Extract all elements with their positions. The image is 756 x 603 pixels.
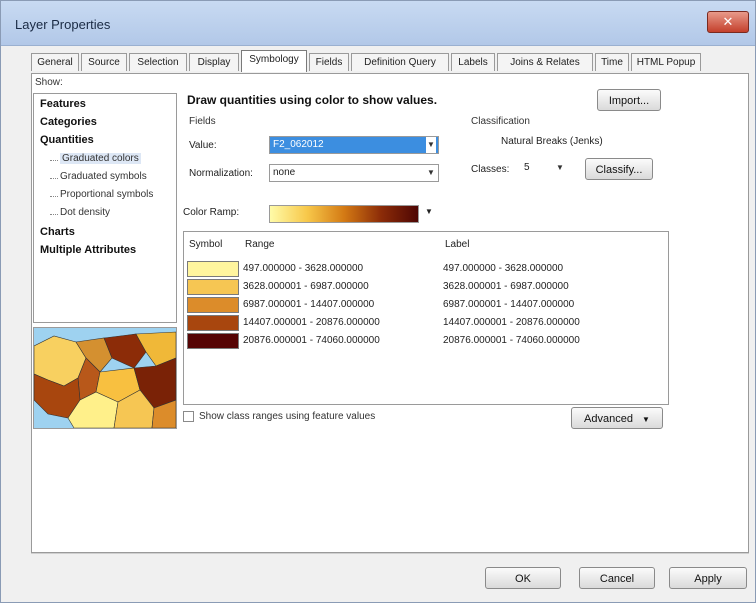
value-field-dropdown[interactable]: F2_062012 ▼ bbox=[269, 136, 439, 154]
chevron-down-icon: ▼ bbox=[556, 163, 564, 172]
class-range: 497.000000 - 3628.000000 bbox=[243, 263, 364, 274]
tree-connector bbox=[50, 160, 58, 162]
classes-label: Classes: bbox=[471, 164, 510, 175]
map-preview-image bbox=[34, 328, 176, 428]
advanced-button-label: Advanced bbox=[584, 413, 633, 425]
normalization-dropdown[interactable]: none ▼ bbox=[269, 164, 439, 182]
show-label: Show: bbox=[35, 77, 63, 88]
tree-item-graduated-colors[interactable]: Graduated colors bbox=[60, 153, 141, 164]
tab-strip: General Source Selection Display Symbolo… bbox=[31, 50, 749, 73]
show-class-ranges-checkbox[interactable] bbox=[183, 411, 194, 422]
tree-item-categories[interactable]: Categories bbox=[40, 116, 97, 128]
tab-html-popup[interactable]: HTML Popup bbox=[631, 53, 701, 71]
classes-value: 5 bbox=[524, 162, 530, 173]
classify-button[interactable]: Classify... bbox=[585, 158, 653, 180]
tree-item-charts[interactable]: Charts bbox=[40, 226, 75, 238]
tree-item-graduated-symbols[interactable]: Graduated symbols bbox=[60, 171, 147, 182]
tab-time[interactable]: Time bbox=[595, 53, 629, 71]
classification-method: Natural Breaks (Jenks) bbox=[501, 136, 603, 147]
symbol-column-header[interactable]: Symbol bbox=[189, 239, 222, 250]
value-label: Value: bbox=[189, 140, 217, 151]
class-range: 14407.000001 - 20876.000000 bbox=[243, 317, 380, 328]
classes-dropdown[interactable]: 5 ▼ bbox=[521, 160, 567, 178]
class-range: 6987.000001 - 14407.000000 bbox=[243, 299, 375, 310]
renderer-tree: Features Categories Quantities Graduated… bbox=[33, 93, 177, 323]
advanced-button[interactable]: Advanced ▼ bbox=[571, 407, 663, 429]
class-label: 3628.000001 - 6987.000000 bbox=[443, 281, 569, 292]
tab-definition-query[interactable]: Definition Query bbox=[351, 53, 449, 71]
tab-source[interactable]: Source bbox=[81, 53, 127, 71]
tab-selection[interactable]: Selection bbox=[129, 53, 187, 71]
tree-item-multiple-attributes[interactable]: Multiple Attributes bbox=[40, 244, 136, 256]
layer-properties-dialog: Layer Properties ✕ General Source Select… bbox=[0, 0, 756, 603]
chevron-down-icon: ▼ bbox=[642, 415, 650, 424]
tab-symbology[interactable]: Symbology bbox=[241, 50, 307, 72]
window-title: Layer Properties bbox=[15, 17, 111, 32]
tree-connector bbox=[50, 178, 58, 180]
class-range: 20876.000001 - 74060.000000 bbox=[243, 335, 380, 346]
tab-labels[interactable]: Labels bbox=[451, 53, 495, 71]
apply-button[interactable]: Apply bbox=[669, 567, 747, 589]
tree-item-quantities[interactable]: Quantities bbox=[40, 134, 94, 146]
class-symbol-swatch[interactable] bbox=[187, 261, 239, 277]
class-label: 6987.000001 - 14407.000000 bbox=[443, 299, 575, 310]
chevron-down-icon[interactable]: ▼ bbox=[425, 207, 433, 216]
class-symbol-swatch[interactable] bbox=[187, 279, 239, 295]
class-symbol-swatch[interactable] bbox=[187, 297, 239, 313]
cancel-button[interactable]: Cancel bbox=[579, 567, 655, 589]
value-field-text: F2_062012 bbox=[273, 139, 324, 150]
color-ramp-swatch[interactable] bbox=[269, 205, 419, 223]
symbology-heading: Draw quantities using color to show valu… bbox=[187, 93, 438, 107]
close-button[interactable]: ✕ bbox=[707, 11, 749, 33]
classification-group-label: Classification bbox=[471, 116, 530, 127]
class-label: 14407.000001 - 20876.000000 bbox=[443, 317, 580, 328]
range-column-header[interactable]: Range bbox=[245, 239, 274, 250]
footer-divider bbox=[31, 553, 749, 554]
class-range: 3628.000001 - 6987.000000 bbox=[243, 281, 369, 292]
chevron-down-icon: ▼ bbox=[426, 137, 436, 153]
show-class-ranges-label: Show class ranges using feature values bbox=[199, 411, 376, 422]
normalization-text: none bbox=[273, 167, 296, 178]
fields-group-label: Fields bbox=[189, 116, 216, 127]
tree-item-features[interactable]: Features bbox=[40, 98, 86, 110]
title-bar: Layer Properties ✕ bbox=[1, 1, 755, 46]
tree-item-proportional-symbols[interactable]: Proportional symbols bbox=[60, 189, 153, 200]
label-column-header[interactable]: Label bbox=[445, 239, 469, 250]
tab-general[interactable]: General bbox=[31, 53, 79, 71]
import-button[interactable]: Import... bbox=[597, 89, 661, 111]
color-ramp-label: Color Ramp: bbox=[183, 207, 240, 218]
tab-joins-relates[interactable]: Joins & Relates bbox=[497, 53, 593, 71]
tree-connector bbox=[50, 214, 58, 216]
normalization-label: Normalization: bbox=[189, 168, 253, 179]
tab-fields[interactable]: Fields bbox=[309, 53, 349, 71]
chevron-down-icon: ▼ bbox=[427, 168, 435, 177]
class-label: 20876.000001 - 74060.000000 bbox=[443, 335, 580, 346]
class-symbol-swatch[interactable] bbox=[187, 315, 239, 331]
ok-button[interactable]: OK bbox=[485, 567, 561, 589]
map-preview bbox=[33, 327, 177, 429]
tab-display[interactable]: Display bbox=[189, 53, 239, 71]
class-label: 497.000000 - 3628.000000 bbox=[443, 263, 564, 274]
tree-item-dot-density[interactable]: Dot density bbox=[60, 207, 110, 218]
class-symbol-swatch[interactable] bbox=[187, 333, 239, 349]
tree-connector bbox=[50, 196, 58, 198]
